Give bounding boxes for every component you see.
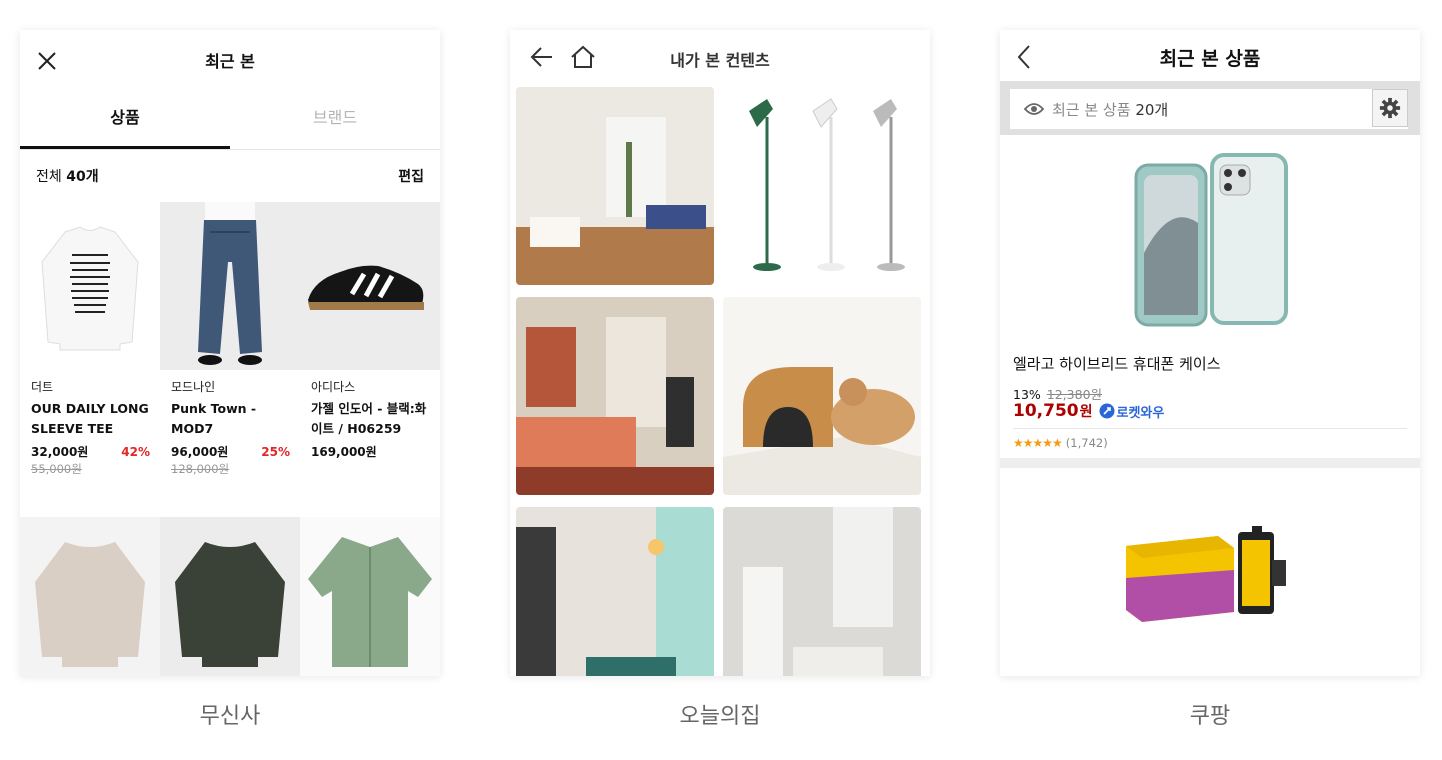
header: 내가 본 컨텐츠: [510, 30, 930, 86]
product-card[interactable]: 더트 OUR DAILY LONG SLEEVE TEE (WHI… 32,00…: [20, 202, 160, 517]
product-card[interactable]: [1000, 468, 1420, 676]
original-price: 128,000원: [171, 462, 230, 477]
recent-count-text: 최근 본 상품 20개: [1052, 100, 1169, 119]
discount-rate: 25%: [261, 445, 290, 460]
product-grid: 더트 OUR DAILY LONG SLEEVE TEE (WHI… 32,00…: [20, 202, 440, 676]
ohouse-screen: 내가 본 컨텐츠: [510, 30, 930, 676]
rating-row: ★★★★★ (1,742): [1013, 436, 1108, 450]
header: 최근 본: [20, 30, 440, 90]
rocket-icon: [1099, 403, 1114, 419]
price-row: 10,750 원 로켓와우: [1013, 401, 1164, 421]
caption-coupang: 쿠팡: [1189, 704, 1231, 729]
tab-bar: 상품 브랜드: [20, 90, 440, 150]
eye-icon: [1024, 103, 1044, 115]
product-image-kodak-film[interactable]: [1122, 526, 1292, 622]
page-title: 최근 본: [205, 52, 255, 71]
product-card[interactable]: 모드나인 Punk Town - MOD7 96,000원 25% 128,00…: [160, 202, 300, 517]
gear-icon: [1379, 97, 1401, 119]
review-count: (1,742): [1065, 436, 1108, 450]
content-image-study-room[interactable]: [516, 507, 714, 676]
musinsa-screen: 최근 본 상품 브랜드 전체 40개 편집 더트 OUR DAILY LONG …: [20, 30, 440, 676]
rocket-wow-badge: 로켓와우: [1099, 402, 1164, 421]
content-grid: [516, 87, 921, 676]
price-unit: 원: [1079, 404, 1093, 420]
original-price: 12,380원: [1046, 387, 1103, 402]
discount-rate: 13%: [1013, 387, 1041, 402]
tab-products[interactable]: 상품: [20, 90, 230, 149]
product-name: 엘라고 하이브리드 휴대폰 케이스: [1013, 355, 1221, 373]
product-image-shirt[interactable]: [300, 517, 440, 676]
recent-bar: 최근 본 상품 20개: [1000, 81, 1420, 135]
product-price: 32,000원: [31, 445, 89, 460]
content-image-living-room[interactable]: [516, 87, 714, 285]
product-image-jeans[interactable]: [160, 202, 300, 370]
product-price: 169,000원: [311, 445, 377, 460]
header: 최근 본 상품: [1000, 30, 1420, 81]
content-image-cat-mat[interactable]: [723, 297, 921, 495]
product-image-knit-beige[interactable]: [20, 517, 160, 676]
product-name: OUR DAILY LONG SLEEVE TEE (WHI…: [31, 401, 149, 437]
count-bar: 전체 40개 편집: [20, 150, 440, 202]
product-card[interactable]: 아디다스 가젤 인도어 - 블랙:화이트 / H06259 169,000원: [300, 202, 440, 517]
caption-ohouse: 오늘의집: [679, 704, 761, 729]
product-name: 가젤 인도어 - 블랙:화이트 / H06259: [311, 401, 427, 437]
product-brand: 아디다스: [311, 380, 356, 394]
content-image-bedroom[interactable]: [516, 297, 714, 495]
star-rating-icon: ★★★★★: [1013, 436, 1063, 450]
discount-rate: 42%: [121, 445, 150, 460]
content-image-floor-lamps[interactable]: [723, 87, 921, 285]
product-price: 96,000원: [171, 445, 229, 460]
page-title: 내가 본 컨텐츠: [670, 51, 770, 70]
sale-price: 10,750: [1013, 401, 1079, 421]
product-image-tee[interactable]: [20, 202, 160, 370]
product-name: Punk Town - MOD7: [171, 401, 257, 437]
product-image-phone-case[interactable]: [1120, 143, 1300, 339]
product-brand: 더트: [31, 380, 54, 394]
edit-button[interactable]: 편집: [398, 166, 424, 186]
caption-musinsa: 무신사: [199, 704, 261, 729]
content-image-white-room[interactable]: [723, 507, 921, 676]
settings-button[interactable]: [1372, 89, 1408, 127]
page-title: 최근 본 상품: [1159, 48, 1261, 70]
product-image-knit-green[interactable]: [160, 517, 300, 676]
product-brand: 모드나인: [171, 380, 216, 394]
divider: [1000, 458, 1420, 468]
original-price: 55,000원: [31, 462, 82, 477]
product-image-sneaker[interactable]: [300, 202, 440, 370]
coupang-screen: 최근 본 상품 최근 본 상품 20개 엘라고 하이브리드 휴대폰 케이스 13…: [1000, 30, 1420, 676]
product-card[interactable]: 엘라고 하이브리드 휴대폰 케이스 13% 12,380원 10,750 원 로…: [1000, 135, 1420, 458]
total-count: 전체 40개: [36, 169, 99, 185]
tab-brands[interactable]: 브랜드: [230, 90, 440, 149]
